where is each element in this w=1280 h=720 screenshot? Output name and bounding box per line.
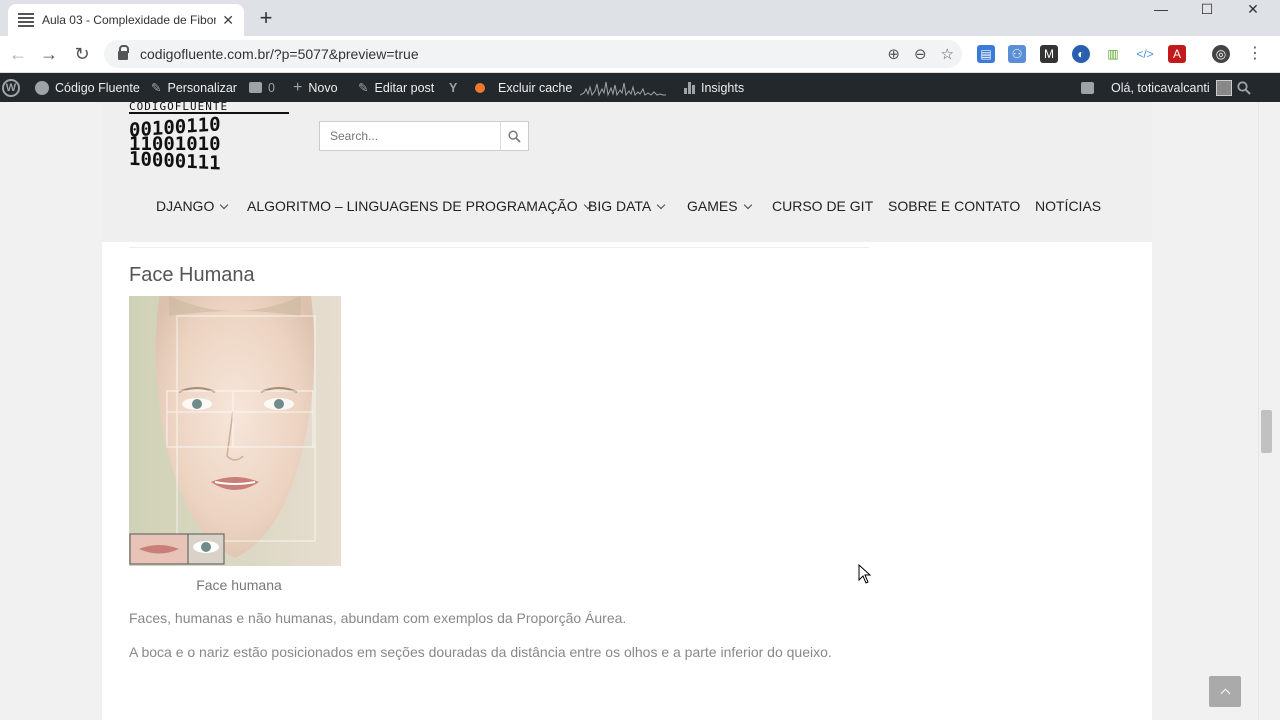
wordpress-logo-icon[interactable]: W: [2, 73, 20, 102]
extension-3-icon[interactable]: M: [1040, 45, 1058, 63]
tab-close-icon[interactable]: ✕: [222, 12, 234, 29]
extension-7-icon[interactable]: A: [1168, 45, 1186, 63]
yoast-icon: Y: [449, 80, 458, 95]
menu-item-curso-de-git[interactable]: CURSO DE GIT: [772, 198, 873, 214]
seo-status-dot-icon: [475, 82, 486, 93]
extension-8-icon[interactable]: ◎: [1212, 45, 1230, 63]
site-search-form: [319, 121, 529, 151]
admin-search-icon[interactable]: [1237, 73, 1251, 102]
plus-icon: +: [293, 78, 303, 96]
extension-6-icon[interactable]: </>: [1136, 45, 1154, 63]
section-heading: Face Humana: [129, 264, 255, 286]
site-name-link[interactable]: Código Fluente: [35, 73, 140, 102]
face-image[interactable]: [129, 296, 341, 566]
notifications-icon[interactable]: [1081, 73, 1094, 102]
add-icon[interactable]: ⊕: [887, 45, 900, 63]
paragraph-1: Faces, humanas e não humanas, abundam co…: [129, 610, 627, 626]
window-minimize-button[interactable]: —: [1138, 0, 1184, 20]
zoom-icon[interactable]: ⊖: [914, 45, 927, 63]
extension-4-icon[interactable]: ◐: [1072, 45, 1090, 63]
page-viewport: CÓDIGOFLUENTE 00100110 11001010 10000111…: [0, 102, 1258, 720]
chevron-down-icon: [657, 200, 666, 209]
menu-item-big-data[interactable]: BIG DATA: [588, 198, 666, 214]
clear-cache-link[interactable]: Excluir cache: [498, 73, 572, 102]
site-logo[interactable]: CÓDIGOFLUENTE 00100110 11001010 10000111: [129, 102, 291, 178]
browser-menu-icon[interactable]: ⋮: [1244, 44, 1266, 64]
yoast-seo-link[interactable]: Y: [449, 73, 486, 102]
window-maximize-button[interactable]: ☐: [1184, 0, 1230, 20]
content-divider: [129, 247, 869, 248]
chevron-up-icon: [1220, 688, 1230, 699]
main-menu: DJANGO ALGORITMO – LINGUAGENS DE PROGRAM…: [102, 198, 1152, 222]
forward-icon[interactable]: →: [38, 44, 60, 64]
search-icon: [508, 129, 521, 143]
site-search-input[interactable]: [320, 122, 500, 150]
edit-post-link[interactable]: ✎ Editar post: [358, 73, 434, 102]
page-favicon-icon: [18, 13, 34, 27]
site-header: CÓDIGOFLUENTE 00100110 11001010 10000111…: [102, 102, 1152, 242]
mouse-cursor-icon: [858, 564, 872, 584]
avatar: [1215, 79, 1232, 96]
traffic-sparkline-icon: [580, 73, 666, 102]
scrollbar-thumb[interactable]: [1261, 410, 1272, 453]
window-close-button[interactable]: ✕: [1230, 0, 1276, 20]
new-content-link[interactable]: + Novo: [293, 73, 338, 102]
brush-icon: ✎: [151, 81, 162, 95]
menu-item-algoritmo[interactable]: ALGORITMO – LINGUAGENS DE PROGRAMAÇÃO: [247, 198, 592, 214]
address-bar[interactable]: codigofluente.com.br/?p=5077&preview=tru…: [104, 40, 962, 68]
chevron-down-icon: [220, 200, 229, 209]
site-search-button[interactable]: [500, 122, 528, 150]
bookmark-star-icon[interactable]: ☆: [941, 45, 954, 63]
menu-item-noticias[interactable]: NOTÍCIAS: [1035, 198, 1101, 214]
scroll-to-top-button[interactable]: [1209, 676, 1241, 707]
new-tab-button[interactable]: +: [256, 6, 276, 30]
comment-icon: [249, 82, 262, 93]
image-caption: Face humana: [196, 577, 282, 593]
customize-link[interactable]: ✎ Personalizar: [151, 73, 237, 102]
browser-toolbar: ← → ↻ codigofluente.com.br/?p=5077&previ…: [0, 36, 1280, 73]
tab-title: Aula 03 - Complexidade de Fibon: [41, 13, 217, 27]
comments-link[interactable]: 0: [249, 73, 275, 102]
dashboard-icon: [35, 80, 49, 95]
site-container: CÓDIGOFLUENTE 00100110 11001010 10000111…: [102, 102, 1152, 720]
browser-tab-strip: Aula 03 - Complexidade de Fibon ✕ + — ☐ …: [0, 0, 1280, 36]
url-text[interactable]: codigofluente.com.br/?p=5077&preview=tru…: [140, 46, 419, 62]
user-account-link[interactable]: Olá, toticavalcanti: [1111, 73, 1232, 102]
browser-tab[interactable]: Aula 03 - Complexidade de Fibon ✕: [8, 4, 244, 36]
bar-chart-icon: [684, 81, 695, 94]
pencil-icon: ✎: [358, 81, 369, 95]
back-icon[interactable]: ←: [7, 44, 29, 64]
lock-icon: [118, 45, 129, 60]
extension-2-icon[interactable]: ⚇: [1008, 45, 1026, 63]
menu-item-games[interactable]: GAMES: [687, 198, 752, 214]
chevron-down-icon: [743, 200, 752, 209]
extension-5-icon[interactable]: ▥: [1104, 45, 1122, 63]
menu-item-django[interactable]: DJANGO: [156, 198, 229, 214]
reload-icon[interactable]: ↻: [71, 44, 93, 64]
menu-item-sobre-e-contato[interactable]: SOBRE E CONTATO: [888, 198, 1020, 214]
wp-admin-bar: W Código Fluente ✎ Personalizar 0 + Novo…: [0, 73, 1280, 102]
extension-1-icon[interactable]: ▤: [977, 45, 995, 63]
paragraph-2: A boca e o nariz estão posicionados em s…: [129, 644, 832, 660]
insights-link[interactable]: Insights: [684, 73, 744, 102]
